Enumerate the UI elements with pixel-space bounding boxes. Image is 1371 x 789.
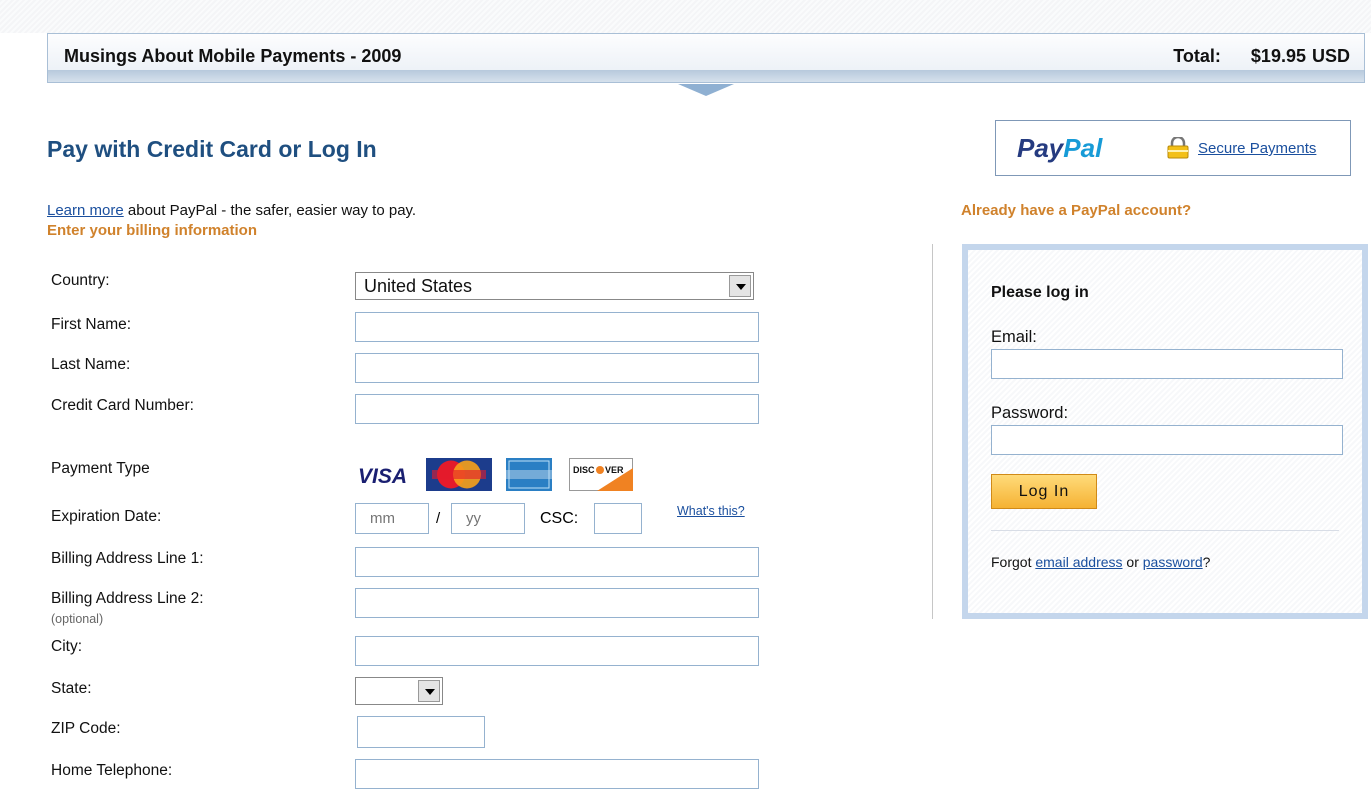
log-in-button[interactable]: Log In: [991, 474, 1097, 509]
card-number-field[interactable]: [355, 394, 759, 424]
address1-field[interactable]: [355, 547, 759, 577]
password-field[interactable]: [991, 425, 1343, 455]
banner-pointer-arrow: [678, 84, 734, 96]
card-number-label: Credit Card Number:: [51, 397, 194, 414]
total-amount: $19.95: [1250, 46, 1306, 66]
order-total: Total: $19.95 USD: [1167, 46, 1350, 67]
last-name-field[interactable]: [355, 353, 759, 383]
payment-type-label: Payment Type: [51, 460, 150, 477]
billing-heading: Enter your billing information: [47, 222, 257, 239]
first-name-label: First Name:: [51, 316, 132, 333]
phone-field[interactable]: [355, 759, 759, 789]
svg-text:VISA: VISA: [358, 465, 407, 488]
forgot-email-link[interactable]: email address: [1035, 554, 1122, 570]
order-title: Musings About Mobile Payments - 2009: [64, 46, 402, 66]
top-stripe: [0, 0, 1371, 33]
zip-field[interactable]: [357, 716, 485, 748]
exp-year-field[interactable]: [451, 503, 525, 534]
total-currency: USD: [1311, 46, 1350, 66]
address1-label: Billing Address Line 1:: [51, 550, 204, 567]
email-label: Email:: [991, 328, 1037, 346]
learn-more-line: Learn more about PayPal - the safer, eas…: [47, 202, 416, 219]
expiration-label: Expiration Date:: [51, 508, 162, 525]
lock-icon: [1167, 137, 1189, 159]
svg-text:DISC: DISC: [573, 465, 595, 475]
address2-label: Billing Address Line 2:: [51, 590, 204, 607]
state-select[interactable]: [355, 677, 443, 705]
mastercard-logo: [426, 458, 492, 491]
already-have-account-heading: Already have a PayPal account?: [961, 202, 1192, 219]
exp-month-field[interactable]: [355, 503, 429, 534]
password-label: Password:: [991, 404, 1069, 422]
country-select[interactable]: United States: [355, 272, 754, 300]
whats-this-link[interactable]: What's this?: [677, 504, 745, 518]
paypal-secure-badge: PayPal Secure Payments: [995, 120, 1351, 176]
forgot-credentials-line: Forgot email address or password?: [991, 554, 1211, 570]
paypal-logo: PayPal: [1017, 133, 1103, 163]
banner-bottom-band: [48, 70, 1364, 82]
phone-label: Home Telephone:: [51, 762, 173, 779]
forgot-password-link[interactable]: password: [1143, 554, 1203, 570]
first-name-field[interactable]: [355, 312, 759, 342]
login-title: Please log in: [991, 284, 1089, 301]
chevron-down-icon[interactable]: [729, 275, 751, 297]
page-title: Pay with Credit Card or Log In: [47, 136, 377, 162]
total-label: Total:: [1173, 46, 1221, 66]
last-name-label: Last Name:: [51, 356, 131, 373]
state-label: State:: [51, 680, 92, 697]
exp-separator: /: [436, 510, 441, 527]
csc-label: CSC:: [540, 510, 579, 527]
login-separator: [991, 530, 1339, 531]
csc-field[interactable]: [594, 503, 642, 534]
city-label: City:: [51, 638, 82, 655]
address2-field[interactable]: [355, 588, 759, 618]
login-panel: Please log in Email: Password: Log In Fo…: [962, 244, 1368, 619]
visa-logo: VISA: [358, 465, 407, 488]
svg-text:VER: VER: [605, 465, 624, 475]
secure-payments-link[interactable]: Secure Payments: [1198, 140, 1316, 157]
column-divider: [932, 244, 933, 619]
learn-more-text: about PayPal - the safer, easier way to …: [123, 202, 417, 219]
email-field[interactable]: [991, 349, 1343, 379]
order-summary-banner: Musings About Mobile Payments - 2009 Tot…: [47, 33, 1365, 83]
zip-label: ZIP Code:: [51, 720, 121, 737]
city-field[interactable]: [355, 636, 759, 666]
address2-optional-note: (optional): [51, 612, 104, 626]
country-select-value: United States: [364, 276, 473, 296]
learn-more-link[interactable]: Learn more: [47, 202, 124, 219]
chevron-down-icon[interactable]: [418, 680, 440, 702]
amex-logo: [506, 458, 552, 491]
discover-logo: DISC VER: [569, 458, 633, 491]
country-label: Country:: [51, 272, 110, 289]
